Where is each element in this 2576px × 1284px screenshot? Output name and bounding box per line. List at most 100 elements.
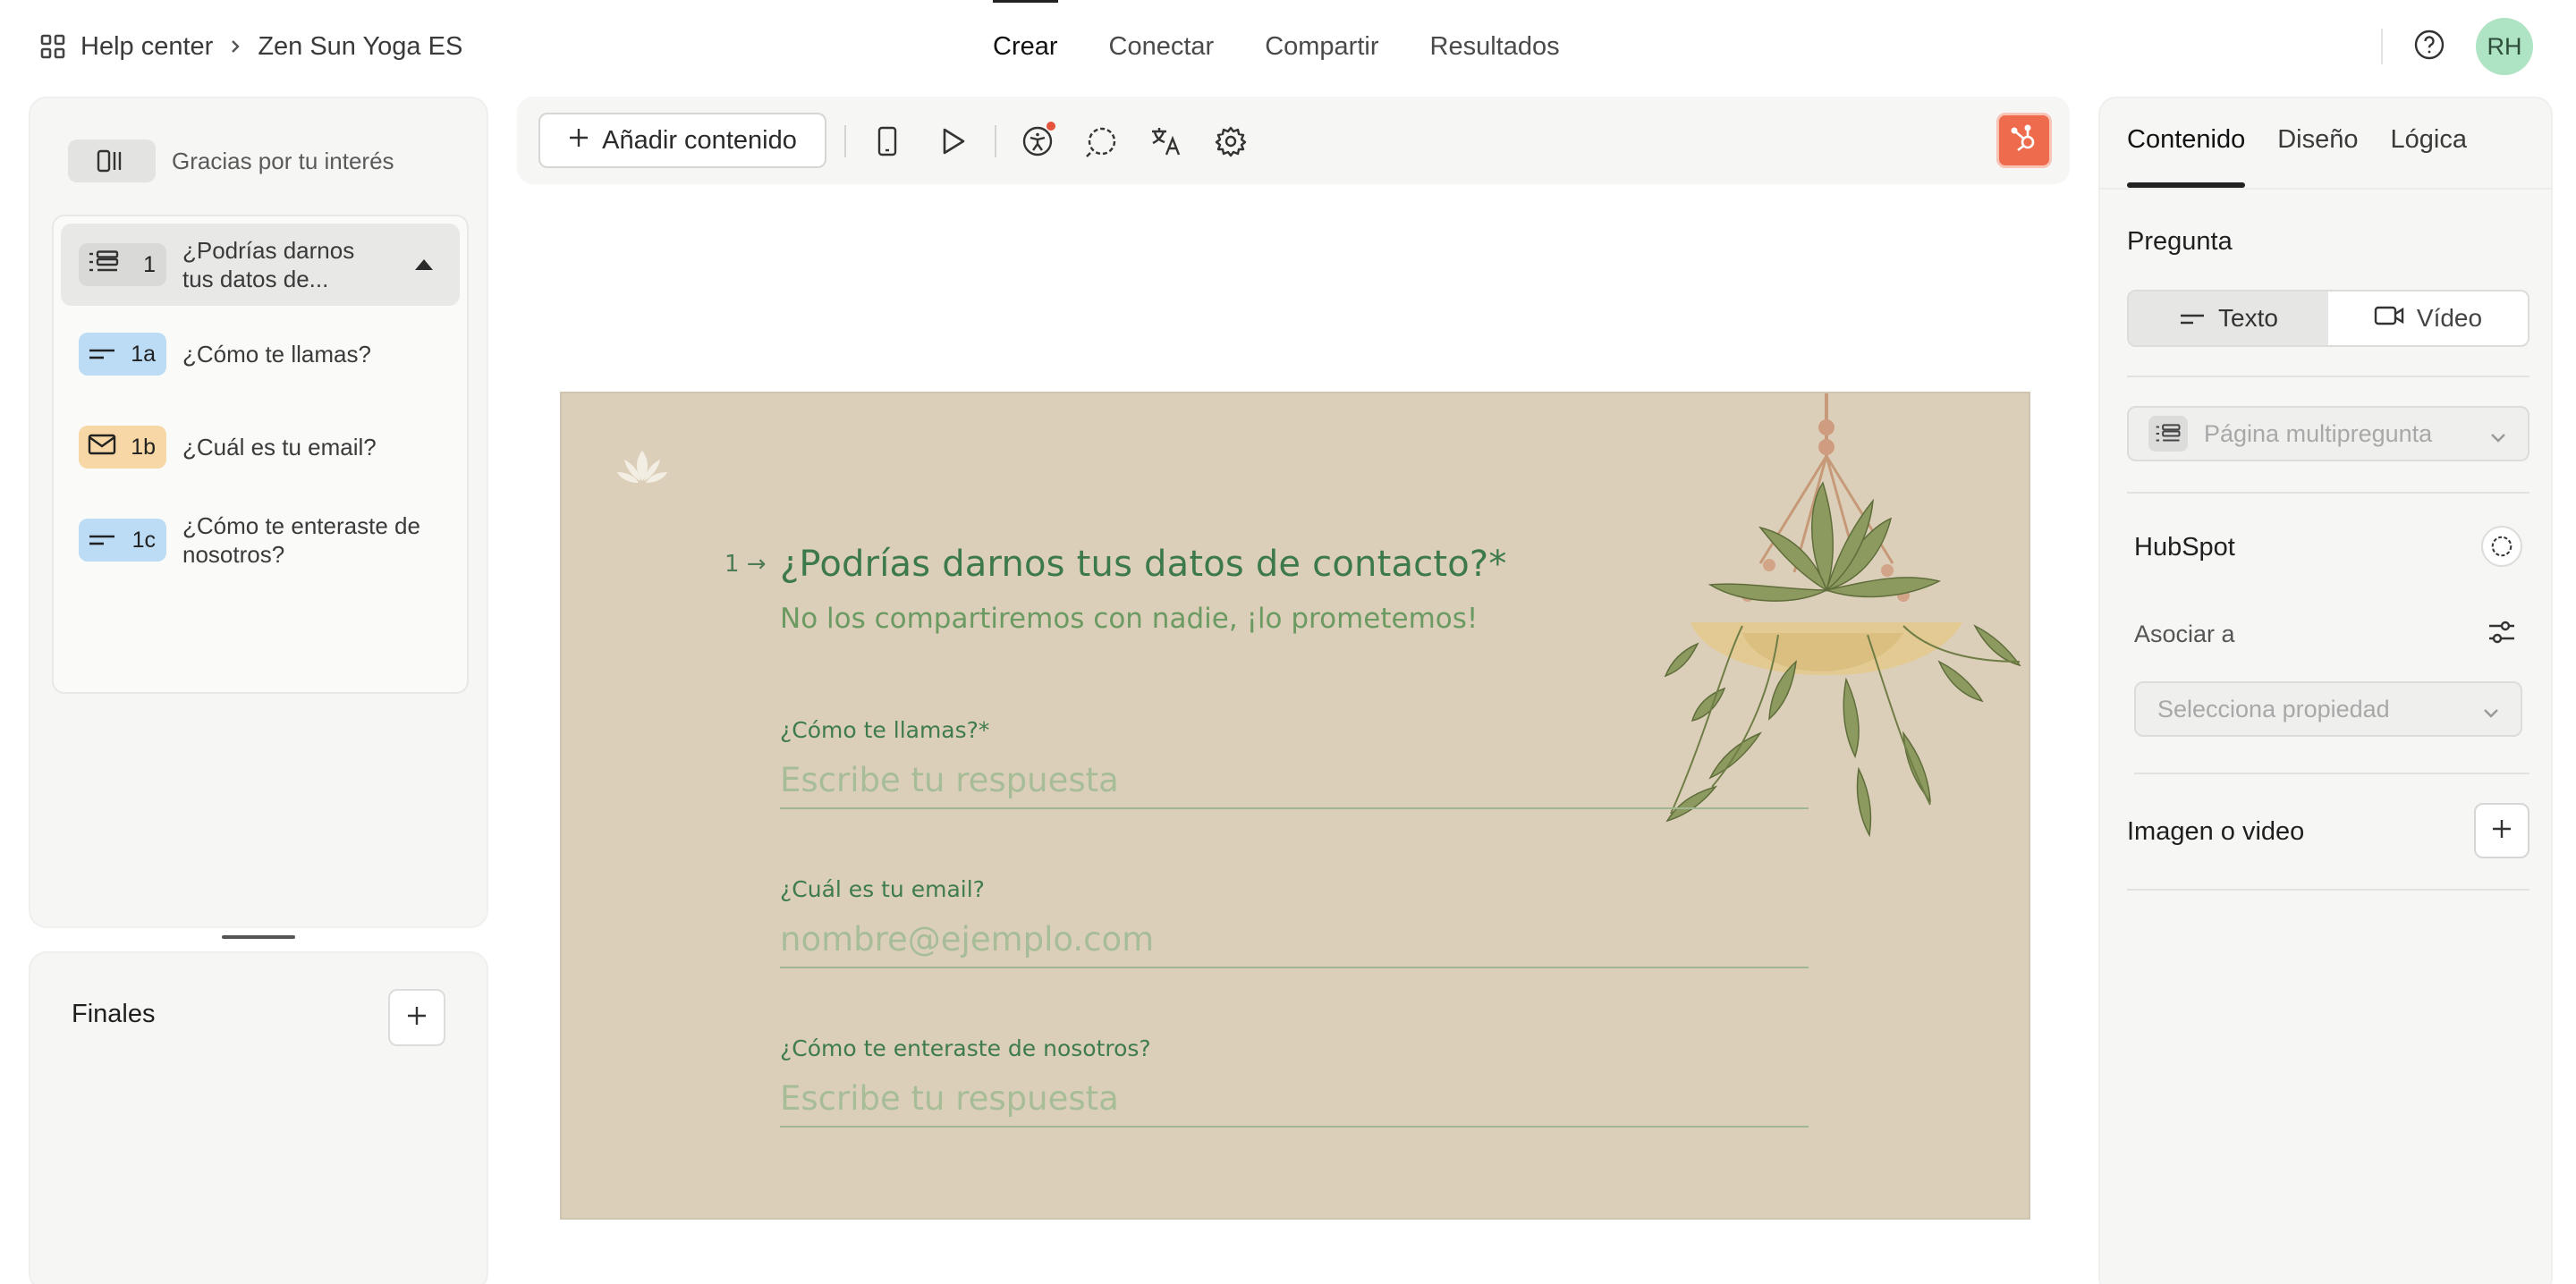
hubspot-button[interactable] bbox=[1996, 113, 2052, 168]
accessibility-icon[interactable] bbox=[1018, 122, 1057, 161]
question-label: ¿Cómo te enteraste de nosotros? bbox=[182, 512, 420, 568]
source-input[interactable] bbox=[780, 1070, 1809, 1128]
hubspot-integration-icon[interactable] bbox=[2481, 526, 2522, 567]
page-type-select[interactable]: Página multipregunta bbox=[2127, 406, 2529, 461]
plus-icon bbox=[568, 126, 589, 156]
question-item-1[interactable]: 1 ¿Podrías darnos tus datos de... bbox=[61, 224, 460, 306]
property-placeholder: Selecciona propiedad bbox=[2157, 695, 2390, 722]
translate-icon[interactable] bbox=[1147, 122, 1186, 161]
integrations-icon[interactable] bbox=[1082, 122, 1122, 161]
question-description[interactable]: No los compartiremos con nadie, ¡lo prom… bbox=[780, 603, 1478, 635]
chevron-down-icon bbox=[2481, 701, 2501, 729]
question-item-1a[interactable]: 1a ¿Cómo te llamas? bbox=[61, 327, 460, 381]
sliders-icon[interactable] bbox=[2487, 617, 2517, 652]
editor-toolbar: Añadir contenido bbox=[517, 97, 2070, 184]
chevron-down-icon bbox=[2488, 426, 2508, 453]
question-number-chip: 1 bbox=[79, 243, 166, 286]
short-text-icon bbox=[88, 528, 116, 553]
question-label: ¿Cuál es tu email? bbox=[182, 434, 377, 460]
question-group: 1 ¿Podrías darnos tus datos de... 1a ¿Có… bbox=[52, 215, 469, 694]
collapse-caret-icon[interactable] bbox=[415, 259, 433, 270]
settings-gear-icon[interactable] bbox=[1211, 122, 1250, 161]
question-title[interactable]: ¿Podrías darnos tus datos de contacto?* bbox=[780, 544, 1507, 585]
question-item-1c[interactable]: 1c ¿Cómo te enteraste de nosotros? bbox=[61, 499, 460, 581]
welcome-screen-icon bbox=[68, 139, 156, 182]
notification-dot bbox=[1046, 122, 1055, 131]
breadcrumb-current[interactable]: Zen Sun Yoga ES bbox=[258, 32, 462, 62]
video-option-label: Vídeo bbox=[2416, 304, 2483, 332]
field-label: ¿Cómo te llamas?* bbox=[780, 717, 990, 743]
top-right-actions: RH bbox=[2381, 18, 2533, 75]
field-email: ¿Cuál es tu email? bbox=[780, 876, 1809, 968]
multi-question-icon bbox=[2148, 416, 2188, 452]
associate-label: Asociar a bbox=[2134, 621, 2235, 647]
help-icon[interactable] bbox=[2413, 29, 2445, 65]
question-type-toggle: Texto Vídeo bbox=[2127, 290, 2529, 347]
property-select[interactable]: Selecciona propiedad bbox=[2134, 681, 2522, 737]
question-heading: Pregunta bbox=[2127, 227, 2233, 256]
panel-resize-handle[interactable] bbox=[222, 935, 295, 939]
question-number: 1a bbox=[131, 341, 156, 367]
nav-tab-compartir[interactable]: Compartir bbox=[1265, 0, 1378, 93]
email-input[interactable] bbox=[780, 911, 1809, 968]
lotus-logo-icon bbox=[615, 449, 669, 493]
video-option[interactable]: Vídeo bbox=[2328, 291, 2528, 345]
plus-icon bbox=[405, 1004, 428, 1032]
properties-tabs: Contenido Diseño Lógica bbox=[2127, 125, 2467, 188]
nav-tab-crear[interactable]: Crear bbox=[993, 0, 1058, 93]
section-divider bbox=[2127, 376, 2529, 377]
text-option[interactable]: Texto bbox=[2129, 291, 2328, 345]
play-preview-icon[interactable] bbox=[934, 122, 973, 161]
question-number-chip: 1c bbox=[79, 519, 166, 562]
section-divider bbox=[2127, 492, 2529, 494]
endings-title: Finales bbox=[72, 1000, 156, 1028]
question-item-1b[interactable]: 1b ¿Cuál es tu email? bbox=[61, 420, 460, 474]
mobile-preview-icon[interactable] bbox=[868, 122, 907, 161]
question-number: 1c bbox=[131, 527, 156, 553]
form-preview: 1 → ¿Podrías darnos tus datos de contact… bbox=[560, 392, 2030, 1220]
field-source: ¿Cómo te enteraste de nosotros? bbox=[780, 1035, 1809, 1128]
email-icon bbox=[88, 434, 116, 461]
plus-icon bbox=[2490, 817, 2513, 845]
questions-panel: Gracias por tu interés 1 ¿Podrías darnos… bbox=[29, 97, 488, 928]
video-camera-icon bbox=[2374, 304, 2404, 333]
add-content-button[interactable]: Añadir contenido bbox=[538, 113, 826, 168]
field-name: ¿Cómo te llamas?* bbox=[780, 717, 1809, 809]
media-title: Imagen o video bbox=[2127, 817, 2305, 846]
question-number-chip: 1a bbox=[79, 333, 166, 376]
chevron-right-icon bbox=[227, 38, 243, 55]
welcome-screen-item[interactable]: Gracias por tu interés bbox=[68, 139, 394, 182]
add-ending-button[interactable] bbox=[388, 989, 445, 1046]
hubspot-icon bbox=[2009, 123, 2039, 158]
toolbar-divider bbox=[995, 125, 996, 157]
tab-contenido[interactable]: Contenido bbox=[2127, 125, 2246, 188]
divider bbox=[2381, 29, 2383, 64]
tab-diseno[interactable]: Diseño bbox=[2277, 125, 2358, 188]
question-label: ¿Cómo te llamas? bbox=[182, 341, 371, 367]
nav-tab-conectar[interactable]: Conectar bbox=[1109, 0, 1215, 93]
main-nav: Crear Conectar Compartir Resultados bbox=[993, 0, 1560, 93]
avatar[interactable]: RH bbox=[2476, 18, 2533, 75]
field-label: ¿Cuál es tu email? bbox=[780, 876, 985, 902]
add-media-button[interactable] bbox=[2474, 803, 2529, 858]
question-number: 1 bbox=[143, 251, 156, 277]
text-lines-icon bbox=[2179, 304, 2206, 333]
question-number: 1b bbox=[131, 434, 156, 460]
tab-logica[interactable]: Lógica bbox=[2391, 125, 2467, 188]
nav-tab-resultados[interactable]: Resultados bbox=[1430, 0, 1560, 93]
multi-question-icon bbox=[88, 249, 120, 280]
breadcrumb-root[interactable]: Help center bbox=[80, 32, 213, 62]
breadcrumb: Help center Zen Sun Yoga ES bbox=[39, 27, 462, 66]
question-number-chip: 1b bbox=[79, 426, 166, 469]
name-input[interactable] bbox=[780, 752, 1809, 809]
toolbar-divider bbox=[844, 125, 846, 157]
section-divider bbox=[2134, 773, 2529, 774]
hubspot-title: HubSpot bbox=[2134, 533, 2235, 562]
add-content-label: Añadir contenido bbox=[602, 125, 797, 155]
field-label: ¿Cómo te enteraste de nosotros? bbox=[780, 1035, 1151, 1061]
top-bar: Help center Zen Sun Yoga ES Crear Conect… bbox=[0, 0, 2576, 93]
question-number-arrow: 1 → bbox=[724, 551, 767, 578]
preview-question-number: 1 bbox=[724, 551, 740, 578]
short-text-icon bbox=[88, 342, 116, 367]
apps-grid-icon[interactable] bbox=[39, 33, 66, 60]
